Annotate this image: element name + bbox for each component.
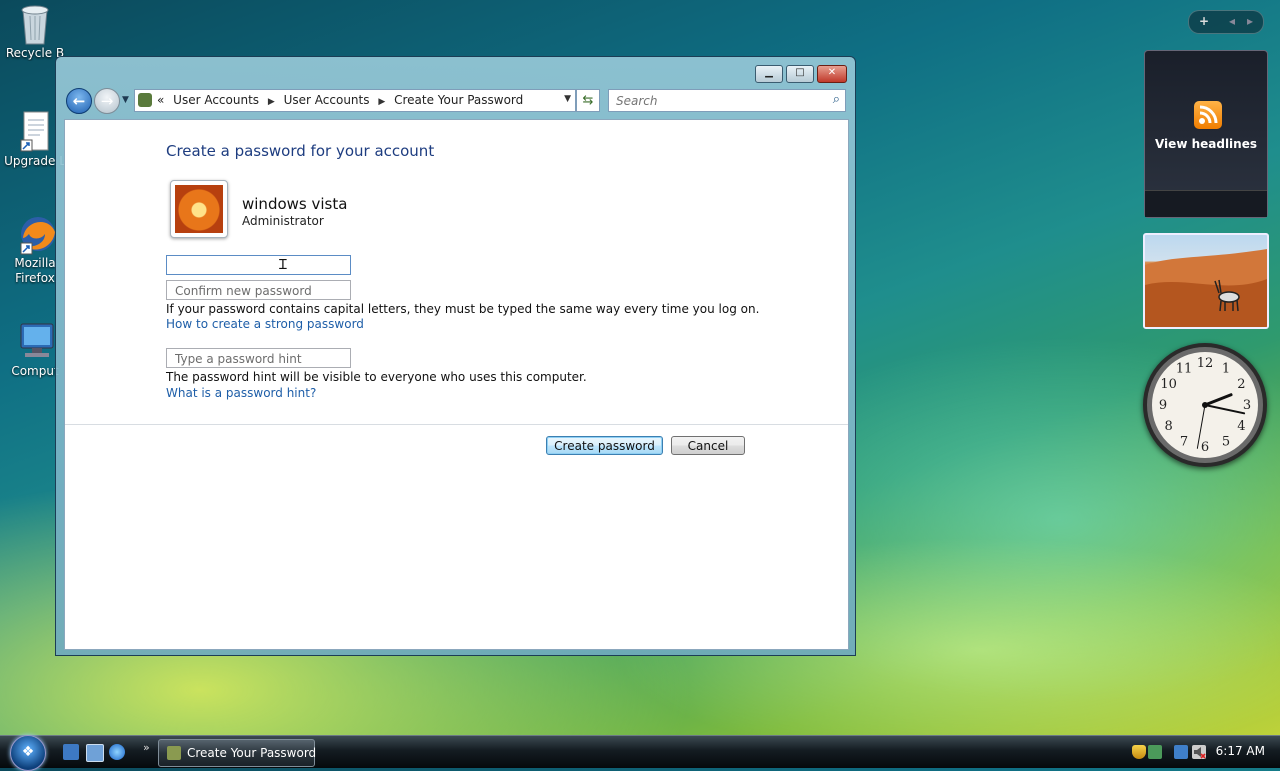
- password-hint-link[interactable]: What is a password hint?: [166, 386, 316, 400]
- volume-muted-icon[interactable]: [1192, 745, 1206, 759]
- text-cursor-icon: Ɪ: [279, 257, 287, 273]
- clock-numeral: 8: [1164, 419, 1172, 434]
- minimize-icon: ▁: [765, 67, 773, 78]
- user-accounts-icon: [167, 746, 181, 760]
- back-arrow-icon: ←: [72, 92, 86, 110]
- computer-icon: [15, 320, 55, 362]
- cancel-button[interactable]: Cancel: [671, 436, 745, 455]
- forward-arrow-icon: →: [100, 92, 114, 110]
- clock-numeral: 1: [1222, 362, 1230, 377]
- create-password-button[interactable]: Create password: [546, 436, 663, 455]
- page-title: Create a password for your account: [166, 142, 435, 160]
- maximize-button[interactable]: □: [786, 65, 814, 83]
- next-gadget-icon[interactable]: ▸: [1247, 14, 1253, 28]
- network-icon[interactable]: [1174, 745, 1188, 759]
- windows-logo-icon: ❖: [21, 744, 35, 760]
- search-input[interactable]: [614, 93, 818, 109]
- clock-face: 12 12 3 45678 9 1011: [1147, 347, 1263, 463]
- add-gadget-icon[interactable]: +: [1199, 14, 1209, 28]
- breadcrumb: « User Accounts ▶ User Accounts ▶ Create…: [157, 93, 528, 107]
- maximize-icon: □: [795, 67, 805, 78]
- clock-numeral: 6: [1201, 440, 1209, 455]
- clock-numeral: 12: [1197, 356, 1214, 371]
- clock-numeral: 11: [1176, 362, 1193, 377]
- clock-numeral: 4: [1237, 419, 1245, 434]
- password-hint-field[interactable]: [166, 348, 351, 368]
- minimize-button[interactable]: ▁: [755, 65, 783, 83]
- switch-windows-icon[interactable]: [86, 744, 104, 762]
- clock-time[interactable]: 6:17 AM: [1216, 744, 1265, 758]
- taskbar-button-create-password[interactable]: Create Your Password: [158, 739, 317, 767]
- clock-gadget[interactable]: 12 1 2 3 4 5 6 7 8 9 10 11: [1143, 343, 1267, 467]
- recent-pages-button[interactable]: ▼: [122, 95, 129, 105]
- clock-numeral: 10: [1160, 377, 1177, 392]
- close-button[interactable]: ✕: [817, 65, 847, 83]
- internet-explorer-icon[interactable]: [109, 744, 125, 760]
- start-button[interactable]: ❖: [10, 735, 46, 771]
- view-headlines-label: View headlines: [1154, 137, 1257, 151]
- search-icon[interactable]: ⌕: [833, 92, 840, 107]
- firefox-icon: [15, 212, 55, 255]
- search-box[interactable]: ⌕: [608, 89, 846, 112]
- back-button[interactable]: ←: [66, 88, 92, 114]
- hint-visibility-note: The password hint will be visible to eve…: [166, 370, 587, 384]
- confirm-password-input[interactable]: [173, 283, 347, 299]
- forward-button[interactable]: →: [94, 88, 120, 114]
- clock-center: [1202, 402, 1208, 408]
- confirm-password-field[interactable]: [166, 280, 351, 300]
- clock-numeral: 3: [1243, 398, 1251, 413]
- avatar: [170, 180, 228, 238]
- new-password-input[interactable]: [173, 258, 347, 274]
- clock-numeral: 9: [1159, 398, 1167, 413]
- rss-icon: [1194, 101, 1222, 129]
- refresh-button[interactable]: ⇆: [576, 89, 600, 112]
- clock-numeral: 5: [1222, 434, 1230, 449]
- strong-password-link[interactable]: How to create a strong password: [166, 317, 364, 331]
- new-password-field[interactable]: [166, 255, 351, 275]
- create-password-window: ▁ □ ✕ ← → ▼ « User Accounts ▶ User Accou…: [55, 56, 856, 656]
- divider: [65, 424, 848, 425]
- breadcrumb-item-user-accounts-2[interactable]: User Accounts: [284, 93, 370, 107]
- sharing-icon[interactable]: [1148, 745, 1162, 759]
- close-icon: ✕: [827, 67, 837, 78]
- breadcrumb-item-user-accounts[interactable]: User Accounts: [173, 93, 259, 107]
- recycle-bin-icon: [15, 2, 55, 45]
- navigation-bar: ← → ▼ « User Accounts ▶ User Accounts ▶ …: [64, 87, 847, 115]
- user-role: Administrator: [242, 214, 324, 228]
- desktop-icon-recycle-bin[interactable]: Recycle B: [2, 2, 68, 61]
- desert-oryx-image: [1145, 249, 1267, 327]
- address-dropdown-icon[interactable]: ▼: [564, 94, 571, 104]
- user-accounts-icon: [138, 93, 152, 107]
- show-desktop-icon[interactable]: [63, 744, 79, 760]
- feed-gadget-footer: [1145, 190, 1267, 217]
- slideshow-gadget[interactable]: [1143, 233, 1269, 329]
- breadcrumb-separator-icon[interactable]: ▶: [378, 97, 385, 107]
- refresh-icon: ⇆: [582, 93, 594, 108]
- document-icon: [15, 110, 55, 152]
- user-name: windows vista: [242, 195, 348, 213]
- previous-gadget-icon[interactable]: ◂: [1229, 14, 1235, 28]
- address-bar[interactable]: « User Accounts ▶ User Accounts ▶ Create…: [134, 89, 576, 112]
- security-shield-icon[interactable]: [1132, 745, 1146, 759]
- breadcrumb-overflow[interactable]: «: [157, 93, 164, 107]
- clock-numeral: 7: [1180, 434, 1188, 449]
- taskbar-button-label: Create Your Password: [187, 746, 317, 760]
- flower-picture: [175, 185, 223, 233]
- feed-headlines-gadget[interactable]: View headlines: [1144, 50, 1268, 218]
- breadcrumb-item-create-password[interactable]: Create Your Password: [394, 93, 523, 107]
- password-hint-input[interactable]: [173, 351, 347, 367]
- quick-launch-more-icon[interactable]: »: [143, 741, 150, 754]
- content-pane: Create a password for your account windo…: [64, 119, 849, 650]
- caption-buttons: ▁ □ ✕: [752, 65, 847, 83]
- taskbar: ❖ » Create Your Password 6:17 AM: [0, 735, 1280, 771]
- clock-numeral: 2: [1237, 377, 1245, 392]
- sidebar-controls: + ◂ ▸: [1188, 10, 1264, 34]
- capital-letters-note: If your password contains capital letter…: [166, 302, 760, 316]
- breadcrumb-separator-icon[interactable]: ▶: [268, 97, 275, 107]
- notification-area: 6:17 AM: [1126, 736, 1280, 768]
